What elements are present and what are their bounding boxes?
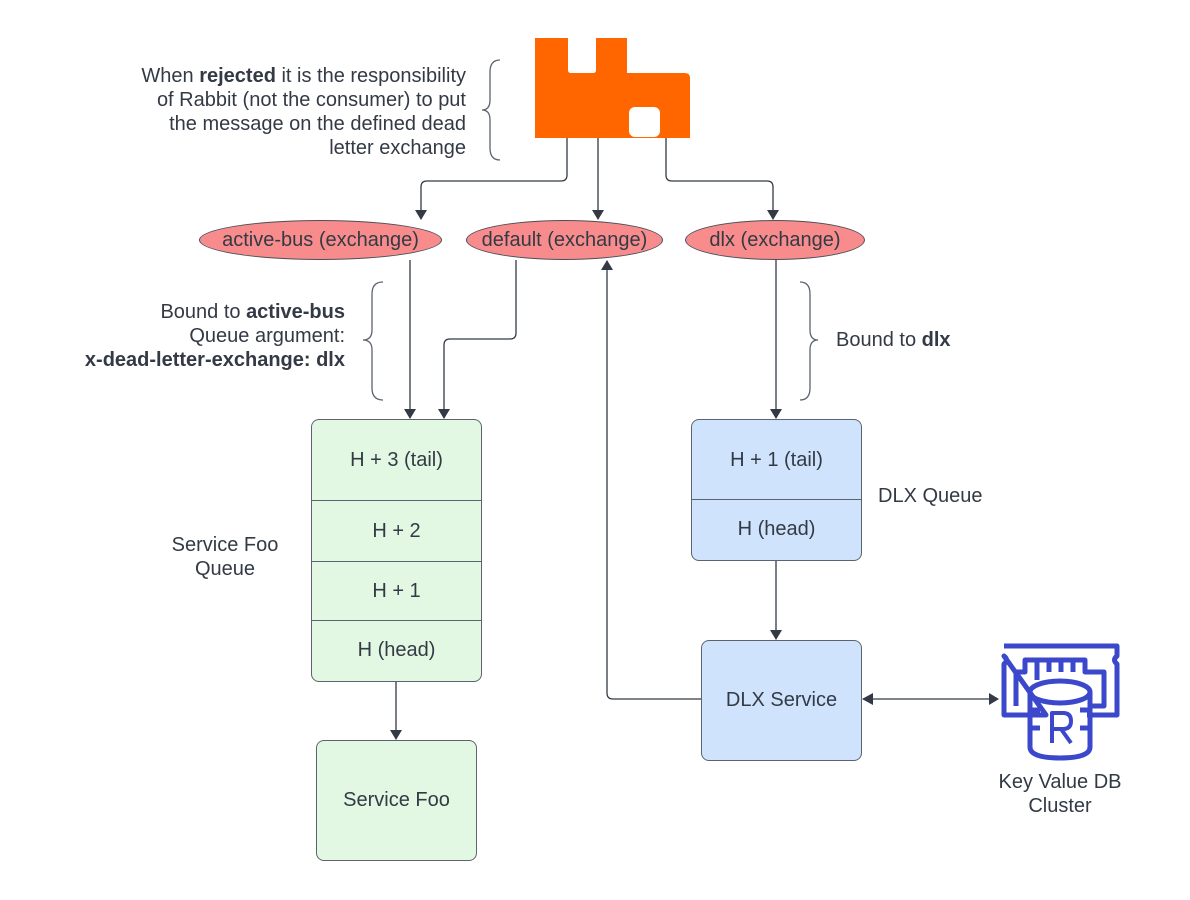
edge-default-to-foo-queue xyxy=(438,260,517,419)
brace-bound-active xyxy=(362,281,384,401)
note-text: letter exchange xyxy=(329,137,466,159)
dlx-queue[interactable]: H + 1 (tail) H (head) xyxy=(691,419,862,561)
note-bold: x-dead-letter-exchange: dlx xyxy=(84,349,345,371)
exchange-default[interactable]: default (exchange) xyxy=(466,220,663,260)
service-label: Service Foo xyxy=(343,789,450,811)
edge-rabbit-to-dlx xyxy=(665,138,779,220)
label-text: Service Foo xyxy=(171,534,279,556)
queue-cell: H (head) xyxy=(357,638,436,661)
brace-rejected xyxy=(481,59,501,161)
note-bold: dlx xyxy=(921,329,951,351)
label-text: Key Value DB xyxy=(998,771,1122,793)
note-text: it is the responsibility xyxy=(275,65,466,87)
service-label: DLX Service xyxy=(725,689,838,711)
dlx-queue-label: DLX Queue xyxy=(878,485,983,507)
exchange-dlx[interactable]: dlx (exchange) xyxy=(685,220,865,260)
kv-db-label: Key Value DB Cluster xyxy=(980,770,1140,818)
label-text: Cluster xyxy=(1028,795,1092,817)
note-text: Bound to xyxy=(836,329,922,351)
brace-bound-dlx xyxy=(799,281,819,401)
foo-queue-label: Service Foo Queue xyxy=(160,533,290,581)
rabbitmq-logo-icon xyxy=(535,38,690,138)
label-text: Queue xyxy=(194,558,256,580)
edge-dlx-service-to-default xyxy=(601,260,701,700)
note-text: When xyxy=(141,65,200,87)
queue-cell: H + 3 (tail) xyxy=(350,449,443,471)
queue-cell: H + 2 xyxy=(372,520,421,542)
note-text: the message on the defined dead xyxy=(169,113,466,135)
exchange-label: dlx (exchange) xyxy=(709,228,841,251)
note-bound-active-bus: Bound to active-bus Queue argument: x-de… xyxy=(40,300,345,372)
note-text: Bound to xyxy=(160,301,247,323)
queue-cell: H + 1 (tail) xyxy=(730,448,823,471)
key-value-db-icon xyxy=(1001,643,1120,761)
service-foo[interactable]: Service Foo xyxy=(316,740,477,861)
note-bold: active-bus xyxy=(246,301,345,323)
note-bold: rejected xyxy=(199,65,276,87)
note-rejected: When rejected it is the responsibility o… xyxy=(60,64,466,160)
note-text: Queue argument: xyxy=(189,325,345,347)
queue-cell: H + 1 xyxy=(372,580,421,602)
dlx-service[interactable]: DLX Service xyxy=(701,640,862,761)
exchange-label: default (exchange) xyxy=(481,228,648,251)
arrowhead-left xyxy=(862,693,873,705)
queue-cell: H (head) xyxy=(737,517,816,540)
note-text: of Rabbit (not the consumer) to put xyxy=(156,89,466,111)
note-bound-dlx: Bound to dlx xyxy=(836,328,951,352)
exchange-active-bus[interactable]: active-bus (exchange) xyxy=(199,220,442,260)
exchange-label: active-bus (exchange) xyxy=(222,228,419,251)
foo-queue[interactable]: H + 3 (tail) H + 2 H + 1 H (head) xyxy=(311,419,482,682)
